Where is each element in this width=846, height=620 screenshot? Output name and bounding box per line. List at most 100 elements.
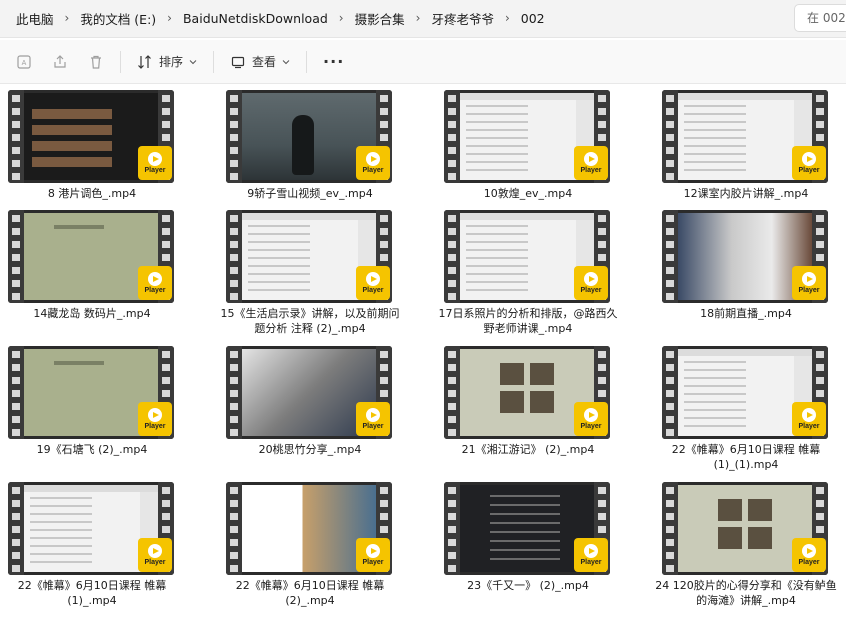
file-item[interactable]: Player 20桃思竹分享_.mp4 [218, 342, 418, 472]
film-strip-icon [8, 210, 24, 303]
preview-content [530, 363, 554, 385]
film-strip-icon [444, 210, 460, 303]
sort-button[interactable]: 排序 [127, 47, 207, 77]
film-strip-icon [662, 482, 678, 575]
preview-content [32, 109, 112, 169]
file-item[interactable]: Player 14藏龙岛 数码片_.mp4 [0, 206, 200, 336]
file-item[interactable]: Player 24 120胶片的心得分享和《没有鲈鱼的海滩》讲解_.mp4 [654, 478, 846, 608]
address-bar: 此电脑 › 我的文档 (E:) › BaiduNetdiskDownload ›… [0, 0, 846, 38]
breadcrumb-item-drive[interactable]: 我的文档 (E:) [72, 9, 164, 28]
breadcrumb-item-author[interactable]: 牙疼老爷爷 [423, 9, 502, 28]
preview-content [530, 391, 554, 413]
preview-content [718, 527, 742, 549]
file-name[interactable]: 8 港片调色_.mp4 [0, 186, 184, 201]
player-badge-label: Player [580, 559, 602, 566]
ai-button[interactable]: A [6, 47, 42, 77]
play-icon [802, 544, 816, 558]
breadcrumb-item-download[interactable]: BaiduNetdiskDownload [175, 11, 336, 26]
file-item[interactable]: Player 15《生活启示录》讲解，以及前期问题分析 注释 (2)_.mp4 [218, 206, 418, 336]
preview-content [684, 361, 788, 430]
delete-button[interactable] [78, 47, 114, 77]
chevron-right-icon[interactable]: › [62, 11, 73, 25]
file-name[interactable]: 22《帷幕》6月10日课程 帷幕 (1)_(1).mp4 [654, 442, 838, 472]
share-button[interactable] [42, 47, 78, 77]
more-options-button[interactable]: ··· [313, 47, 354, 77]
file-item[interactable]: Player 9轿子雪山视频_ev_.mp4 [218, 86, 418, 216]
view-button[interactable]: 查看 [220, 47, 300, 77]
file-name[interactable]: 24 120胶片的心得分享和《没有鲈鱼的海滩》讲解_.mp4 [654, 578, 838, 608]
file-name[interactable]: 12课室内胶片讲解_.mp4 [654, 186, 838, 201]
player-badge-label: Player [580, 167, 602, 174]
preview-content [678, 349, 812, 356]
file-name[interactable]: 14藏龙岛 数码片_.mp4 [0, 306, 184, 321]
ai-icon: A [16, 54, 32, 70]
file-item[interactable]: Player 22《帷幕》6月10日课程 帷幕 (2)_.mp4 [218, 478, 418, 608]
player-badge: Player [138, 538, 172, 572]
preview-content [490, 495, 560, 566]
preview-content [466, 105, 570, 174]
file-item[interactable]: Player 22《帷幕》6月10日课程 帷幕 (1)_.mp4 [0, 478, 200, 608]
share-icon [52, 54, 68, 70]
file-name[interactable]: 17日系照片的分析和排版，@路西久野老师讲课_.mp4 [436, 306, 620, 336]
play-icon [584, 272, 598, 286]
play-icon [148, 408, 162, 422]
player-badge-label: Player [798, 423, 820, 430]
chevron-down-icon [282, 58, 290, 66]
player-badge-label: Player [580, 423, 602, 430]
play-icon [366, 272, 380, 286]
file-item[interactable]: Player 23《千又一》 (2)_.mp4 [436, 478, 636, 608]
film-strip-icon [226, 210, 242, 303]
preview-content [30, 497, 134, 566]
file-item[interactable]: Player 12课室内胶片讲解_.mp4 [654, 86, 846, 216]
play-icon [148, 544, 162, 558]
play-icon [366, 544, 380, 558]
file-name[interactable]: 20桃思竹分享_.mp4 [218, 442, 402, 457]
file-item[interactable]: Player 22《帷幕》6月10日课程 帷幕 (1)_(1).mp4 [654, 342, 846, 472]
file-item[interactable]: Player 10敦煌_ev_.mp4 [436, 86, 636, 216]
file-name[interactable]: 10敦煌_ev_.mp4 [436, 186, 620, 201]
breadcrumb-item-collection[interactable]: 摄影合集 [347, 9, 413, 28]
breadcrumb-item-this-pc[interactable]: 此电脑 [8, 9, 62, 28]
player-badge: Player [356, 402, 390, 436]
file-name[interactable]: 18前期直播_.mp4 [654, 306, 838, 321]
film-strip-icon [226, 90, 242, 183]
player-badge: Player [574, 538, 608, 572]
file-item[interactable]: Player 17日系照片的分析和排版，@路西久野老师讲课_.mp4 [436, 206, 636, 336]
file-item[interactable]: Player 21《湘江游记》 (2)_.mp4 [436, 342, 636, 472]
chevron-right-icon[interactable]: › [336, 11, 347, 25]
preview-content [678, 93, 812, 100]
file-name[interactable]: 19《石塘飞 (2)_.mp4 [0, 442, 184, 457]
preview-content [466, 225, 570, 294]
file-item[interactable]: Player 18前期直播_.mp4 [654, 206, 846, 336]
file-name[interactable]: 15《生活启示录》讲解，以及前期问题分析 注释 (2)_.mp4 [218, 306, 402, 336]
chevron-right-icon[interactable]: › [413, 11, 424, 25]
play-icon [802, 152, 816, 166]
file-name[interactable]: 21《湘江游记》 (2)_.mp4 [436, 442, 620, 457]
file-name[interactable]: 9轿子雪山视频_ev_.mp4 [218, 186, 402, 201]
file-name[interactable]: 22《帷幕》6月10日课程 帷幕 (2)_.mp4 [218, 578, 402, 608]
preview-content [292, 115, 314, 175]
player-badge-label: Player [362, 167, 384, 174]
more-icon: ··· [323, 52, 345, 71]
player-badge-label: Player [362, 559, 384, 566]
file-item[interactable]: Player 8 港片调色_.mp4 [0, 86, 200, 216]
film-strip-icon [662, 90, 678, 183]
preview-content [54, 225, 104, 229]
player-badge-label: Player [798, 287, 820, 294]
player-badge-label: Player [144, 167, 166, 174]
player-badge: Player [792, 538, 826, 572]
file-item[interactable]: Player 19《石塘飞 (2)_.mp4 [0, 342, 200, 472]
play-icon [584, 152, 598, 166]
player-badge: Player [792, 402, 826, 436]
chevron-right-icon[interactable]: › [502, 11, 513, 25]
toolbar-divider [306, 50, 308, 73]
play-icon [366, 408, 380, 422]
file-name[interactable]: 22《帷幕》6月10日课程 帷幕 (1)_.mp4 [0, 578, 184, 608]
search-input[interactable]: 在 002 中搜索 [794, 4, 846, 32]
play-icon [802, 272, 816, 286]
preview-content [460, 213, 594, 220]
player-badge-label: Player [144, 423, 166, 430]
file-name[interactable]: 23《千又一》 (2)_.mp4 [436, 578, 620, 593]
chevron-right-icon[interactable]: › [164, 11, 175, 25]
breadcrumb-item-current[interactable]: 002 [513, 11, 553, 26]
